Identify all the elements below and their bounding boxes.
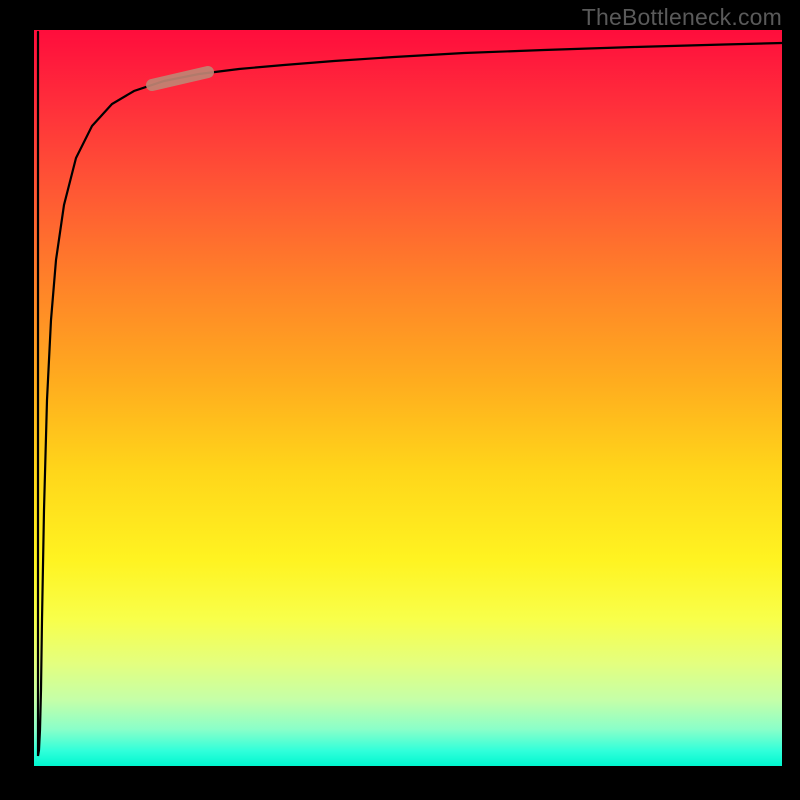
plot-gradient-background bbox=[34, 30, 782, 766]
watermark-text: TheBottleneck.com bbox=[582, 4, 782, 31]
chart-container: TheBottleneck.com bbox=[0, 0, 800, 800]
y-axis-area bbox=[0, 0, 34, 800]
x-axis-area bbox=[0, 766, 800, 800]
